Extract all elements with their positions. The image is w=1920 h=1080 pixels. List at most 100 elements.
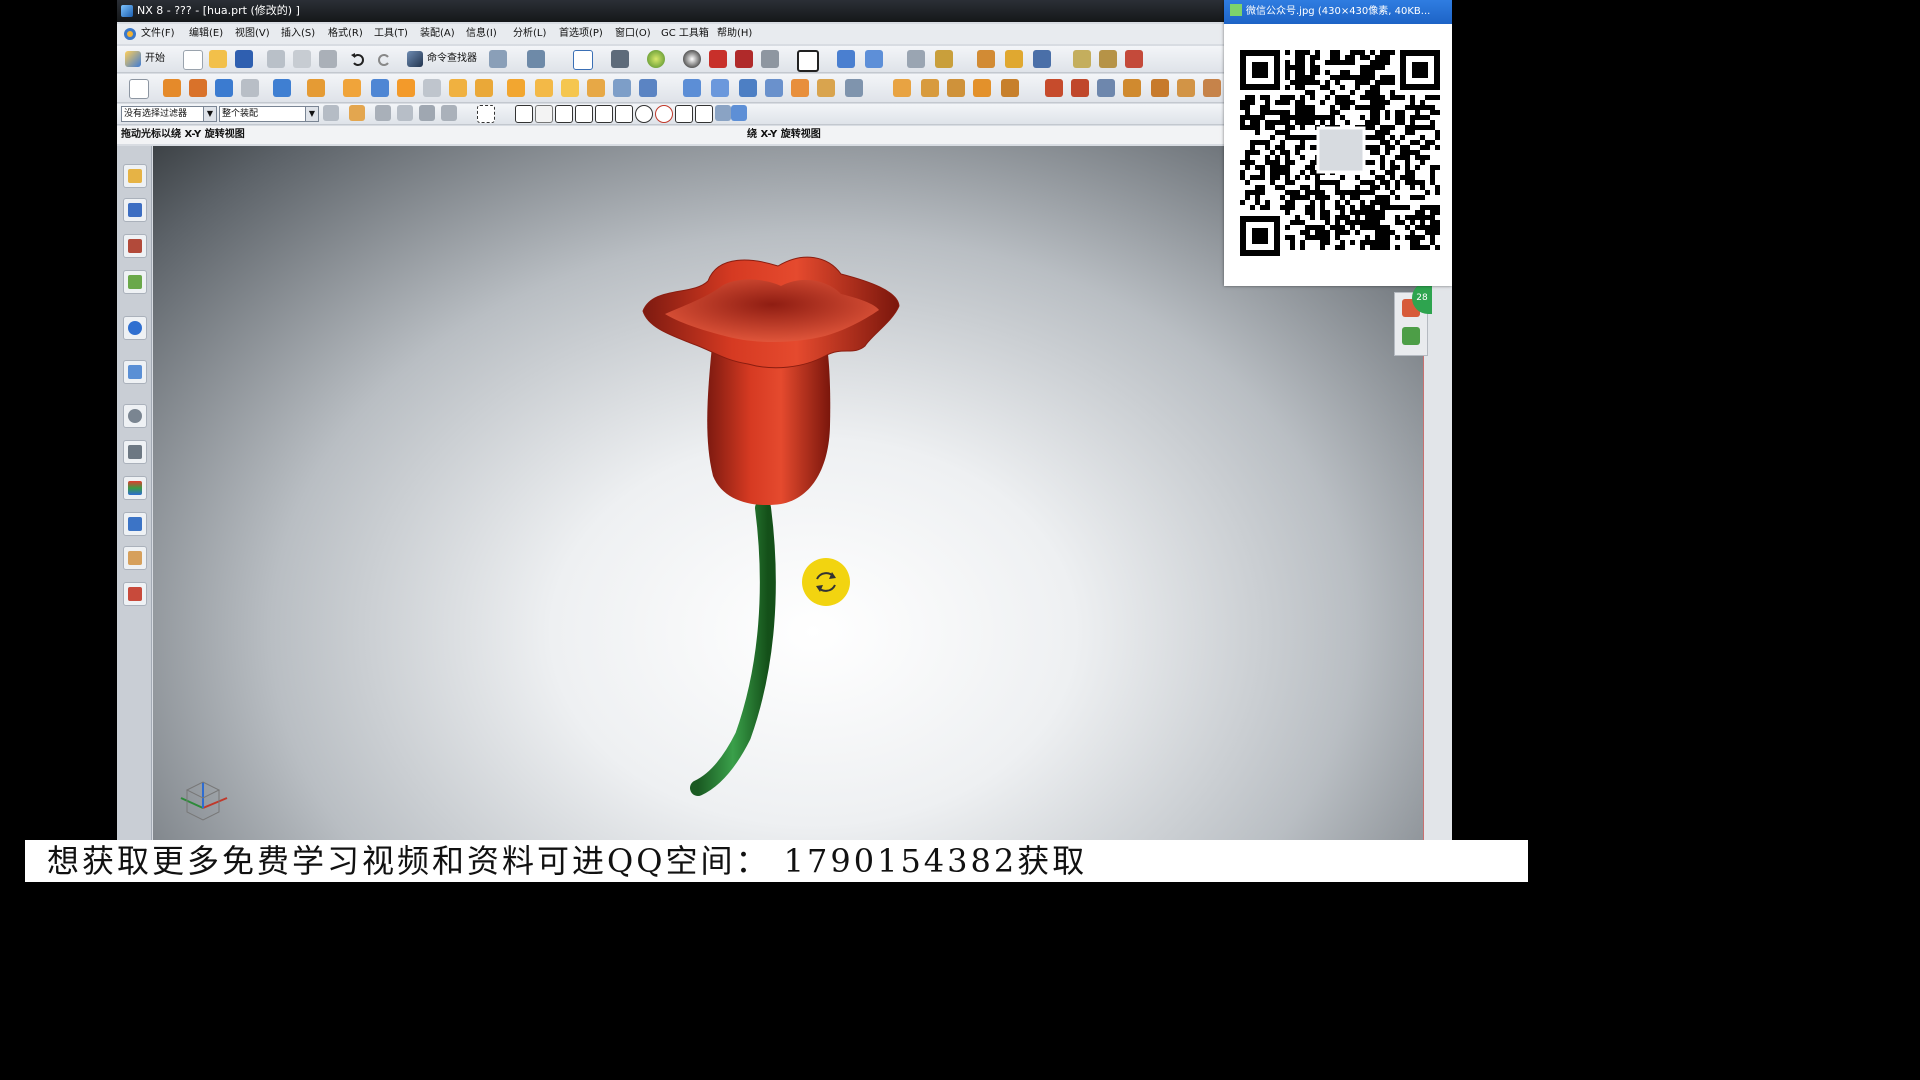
bounded-grid-icon[interactable] [731, 105, 747, 121]
wcs-icon[interactable] [865, 50, 883, 68]
polygon-icon[interactable] [1151, 79, 1169, 97]
curve-rule-icon[interactable] [419, 105, 435, 121]
offset-surface-icon[interactable] [791, 79, 809, 97]
trim-curve-icon[interactable] [921, 79, 939, 97]
popup-title-bar[interactable]: 微信公众号.jpg (430×430像素, 40KB... [1224, 0, 1452, 24]
selection-scope-dropdown[interactable]: 整个装配 ▼ [219, 106, 319, 122]
system-materials-icon[interactable] [123, 476, 147, 500]
manufacturing-wizard-icon[interactable] [123, 512, 147, 536]
block-icon[interactable] [215, 79, 233, 97]
cylinder-icon[interactable] [241, 79, 259, 97]
draft-icon[interactable] [587, 79, 605, 97]
thicken-icon[interactable] [845, 79, 863, 97]
menu-edit[interactable]: 编辑(E) [189, 24, 223, 44]
roles-icon[interactable] [123, 546, 147, 570]
menu-help[interactable]: 帮助(H) [717, 24, 752, 44]
ruler-icon[interactable] [1073, 50, 1091, 68]
offset-curve-icon[interactable] [1203, 79, 1221, 97]
menu-assemblies[interactable]: 装配(A) [420, 24, 455, 44]
sketch-icon[interactable] [129, 79, 149, 99]
history-icon[interactable] [123, 404, 147, 428]
touch-mode-icon[interactable] [489, 50, 507, 68]
body-select-icon[interactable] [397, 105, 413, 121]
trim-body-icon[interactable] [613, 79, 631, 97]
curvature-icon[interactable] [1005, 50, 1023, 68]
through-mesh-icon[interactable] [711, 79, 729, 97]
line-icon[interactable] [1045, 79, 1063, 97]
boss-icon[interactable] [343, 79, 361, 97]
edge-blend-icon[interactable] [507, 79, 525, 97]
through-curves-icon[interactable] [683, 79, 701, 97]
shaded-icon[interactable] [683, 50, 701, 68]
rectangle-select-icon[interactable] [477, 105, 495, 123]
menu-information[interactable]: 信息(I) [466, 24, 497, 44]
revolve-icon[interactable] [189, 79, 207, 97]
render-style-icon[interactable] [647, 50, 665, 68]
undo-icon[interactable] [349, 50, 367, 68]
orient-view-icon[interactable] [611, 50, 629, 68]
point-on-face-icon[interactable] [715, 105, 731, 121]
boolean-icon[interactable] [273, 79, 291, 97]
hd3d-tools-icon[interactable] [123, 316, 147, 340]
section-icon[interactable] [761, 50, 779, 68]
measure-icon[interactable] [935, 50, 953, 68]
edge-display-icon[interactable] [735, 50, 753, 68]
n-sided-icon[interactable] [765, 79, 783, 97]
intersection-point-icon[interactable] [595, 105, 613, 123]
arc-icon[interactable] [1071, 79, 1089, 97]
deviation-icon[interactable] [1033, 50, 1051, 68]
rib-icon[interactable] [475, 79, 493, 97]
pad-icon[interactable] [397, 79, 415, 97]
menu-format[interactable]: 格式(R) [328, 24, 363, 44]
type-filter-dropdown[interactable]: 没有选择过滤器 ▼ [121, 106, 217, 122]
constraint-navigator-icon[interactable] [123, 198, 147, 222]
bridge-curve-icon[interactable] [947, 79, 965, 97]
project-curve-icon[interactable] [1001, 79, 1019, 97]
feature-select-icon[interactable] [349, 105, 365, 121]
menu-preferences[interactable]: 首选项(P) [559, 24, 603, 44]
menu-analysis[interactable]: 分析(L) [513, 24, 546, 44]
point-on-curve-icon[interactable] [695, 105, 713, 123]
arc-center-icon[interactable] [635, 105, 653, 123]
helix-icon[interactable] [1097, 79, 1115, 97]
menu-tools[interactable]: 工具(T) [374, 24, 408, 44]
edge-rule-icon[interactable] [441, 105, 457, 121]
extrude-icon[interactable] [163, 79, 181, 97]
snap-point-icon[interactable] [515, 105, 533, 123]
groove-icon[interactable] [449, 79, 467, 97]
process-studio-icon[interactable] [123, 440, 147, 464]
split-body-icon[interactable] [639, 79, 657, 97]
save-icon[interactable] [235, 50, 253, 68]
command-finder-button[interactable]: 命令查找器 [407, 50, 477, 68]
start-button[interactable]: 开始 [125, 50, 165, 68]
end-point-icon[interactable] [535, 105, 553, 123]
spline-icon[interactable] [1123, 79, 1141, 97]
perpendicular-point-icon[interactable] [615, 105, 633, 123]
assembly-navigator-icon[interactable] [123, 164, 147, 188]
analysis-icon[interactable] [977, 50, 995, 68]
studio-icon[interactable] [709, 50, 727, 68]
paste-icon[interactable] [319, 50, 337, 68]
mid-point-icon[interactable] [555, 105, 573, 123]
fit-view-icon[interactable] [573, 50, 593, 70]
reuse-library-icon[interactable] [123, 270, 147, 294]
selection-mode-icon[interactable] [527, 50, 545, 68]
redo-icon[interactable] [375, 50, 393, 68]
merge-icon[interactable] [1402, 327, 1420, 345]
web-browser-icon[interactable] [123, 360, 147, 384]
open-icon[interactable] [209, 50, 227, 68]
shell-icon[interactable] [561, 79, 579, 97]
system-scenes-icon[interactable] [123, 582, 147, 606]
sew-icon[interactable] [817, 79, 835, 97]
menu-view[interactable]: 视图(V) [235, 24, 270, 44]
angle-icon[interactable] [1099, 50, 1117, 68]
general-select-icon[interactable] [323, 105, 339, 121]
menu-insert[interactable]: 插入(S) [281, 24, 315, 44]
menu-window[interactable]: 窗口(O) [615, 24, 651, 44]
swept-icon[interactable] [739, 79, 757, 97]
layer-icon[interactable] [837, 50, 855, 68]
text-curve-icon[interactable] [1177, 79, 1195, 97]
part-navigator-icon[interactable] [123, 234, 147, 258]
new-icon[interactable] [183, 50, 203, 70]
copy-icon[interactable] [293, 50, 311, 68]
